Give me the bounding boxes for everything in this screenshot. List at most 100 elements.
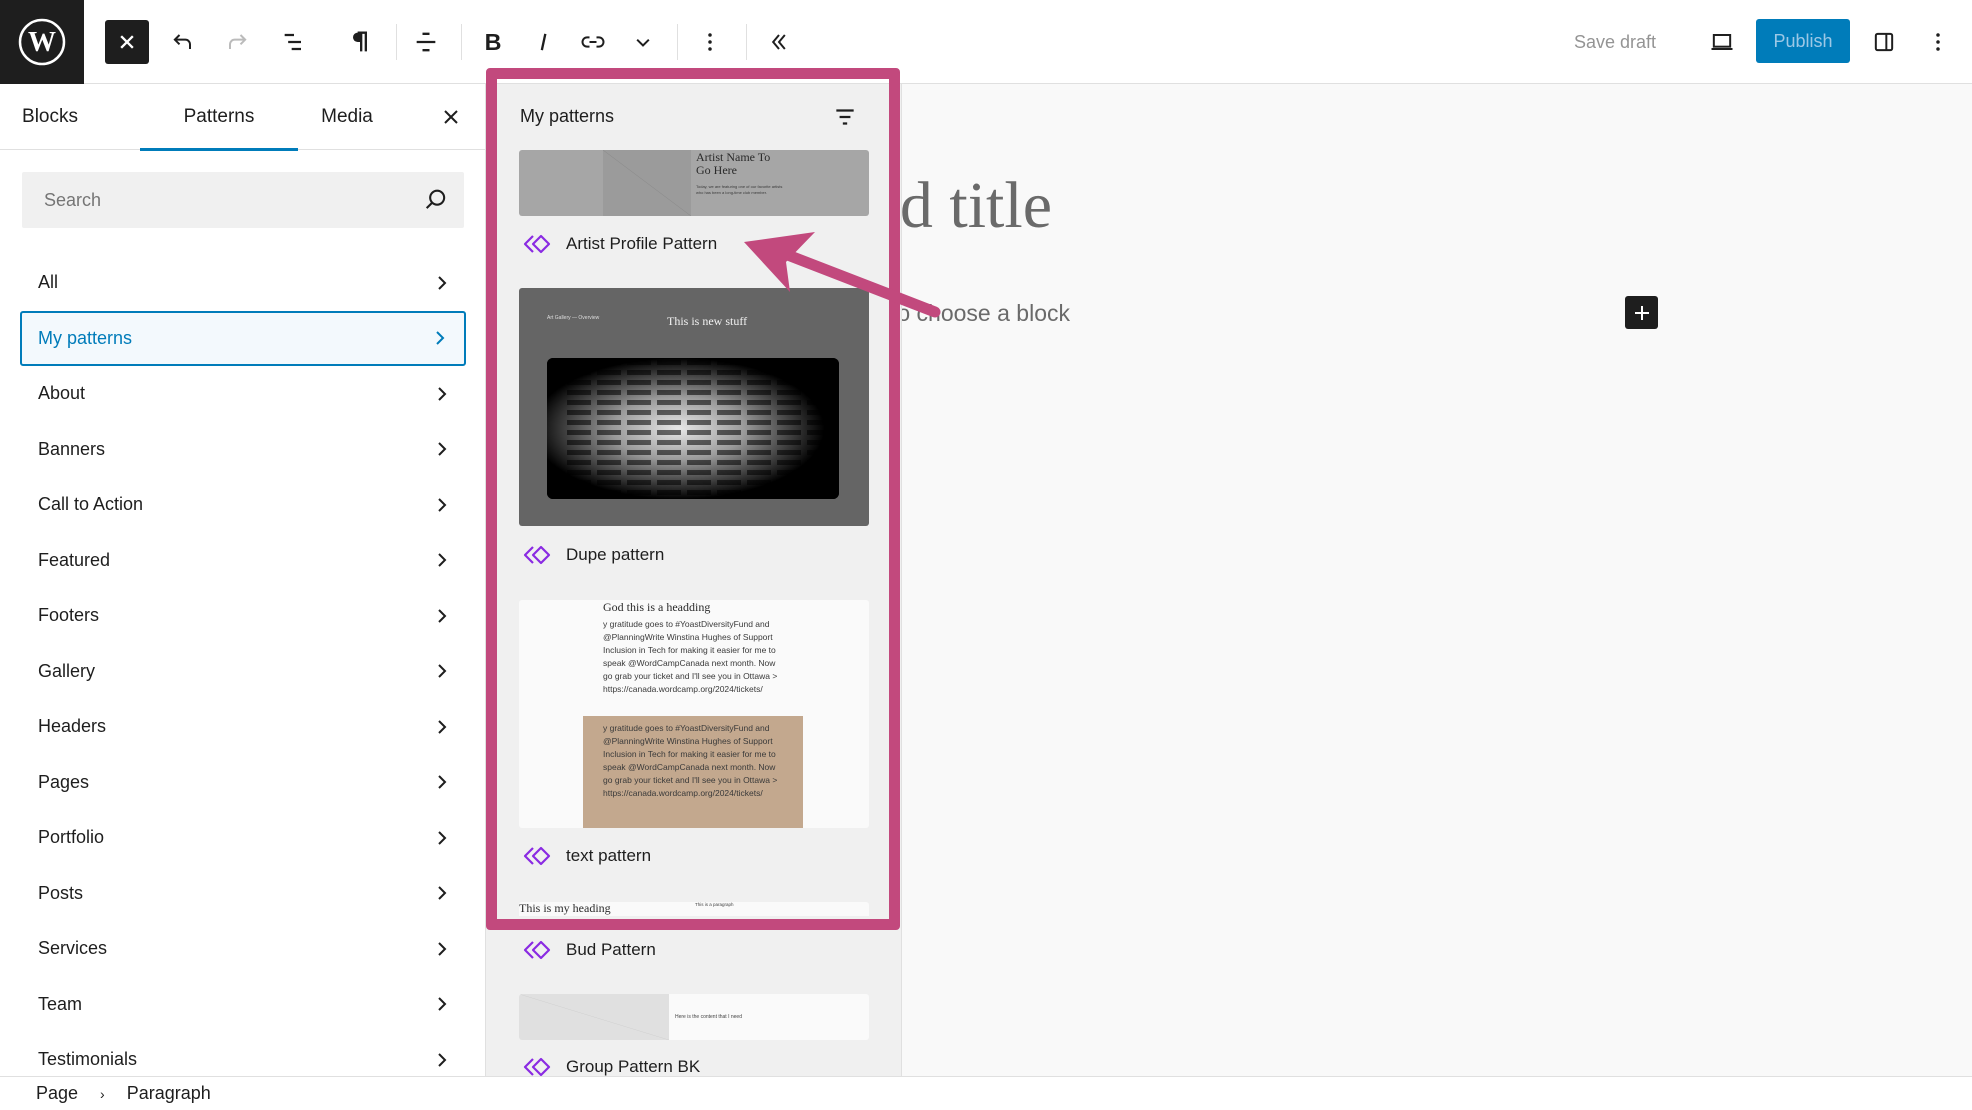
building-window [597, 490, 621, 495]
building-window [657, 390, 681, 395]
align-button[interactable] [404, 20, 448, 64]
pattern-preview-group[interactable]: Here is the content that I need [519, 994, 869, 1040]
preview-heading: God this is a headding [603, 600, 711, 614]
pattern-item[interactable]: Group Pattern BK [522, 1052, 700, 1076]
settings-button[interactable] [1862, 20, 1906, 64]
building-window [597, 480, 621, 485]
pattern-preview-dupe[interactable]: Art Gallery — Overview This is new stuff [519, 288, 869, 526]
pattern-item[interactable]: Dupe pattern [522, 540, 664, 570]
close-inserter-button[interactable] [105, 20, 149, 64]
breadcrumb-paragraph[interactable]: Paragraph [127, 1083, 211, 1104]
building-window [717, 450, 741, 455]
category-item[interactable]: Banners [20, 422, 466, 478]
preview-text: Today, we are featuring one of our favor… [696, 184, 783, 195]
building-window [687, 480, 711, 485]
category-item[interactable]: Team [20, 977, 466, 1033]
building-window [687, 460, 711, 465]
building-window [747, 490, 771, 495]
building-window [747, 460, 771, 465]
preview-heading: This is new stuff [667, 314, 748, 328]
chevron-right-icon [438, 942, 447, 956]
building-window [567, 440, 591, 445]
preview-button[interactable] [1700, 20, 1744, 64]
search-icon[interactable] [422, 186, 450, 214]
toolbar-divider [461, 24, 462, 60]
category-item[interactable]: Gallery [20, 644, 466, 700]
category-item[interactable]: Portfolio [20, 810, 466, 866]
building-window [657, 450, 681, 455]
building-window [657, 360, 681, 365]
italic-button[interactable] [521, 20, 565, 64]
pattern-preview-bud[interactable]: This is my heading This is a paragraph [519, 902, 869, 916]
patterns-flyout: My patterns Artist Name To Go Here Today… [486, 84, 902, 1076]
save-draft-button[interactable]: Save draft [1574, 24, 1656, 60]
block-options-button[interactable] [688, 20, 732, 64]
more-formatting-button[interactable] [621, 20, 665, 64]
category-item[interactable]: All [20, 255, 466, 311]
building-window [777, 370, 801, 375]
building-window [777, 450, 801, 455]
building-window [567, 390, 591, 395]
filter-icon[interactable] [832, 104, 858, 130]
building-window [657, 460, 681, 465]
category-item[interactable]: Call to Action [20, 477, 466, 533]
category-label: Footers [38, 605, 100, 626]
block-placeholder[interactable]: Type / to choose a block [902, 300, 1070, 327]
building-window [657, 470, 681, 475]
category-item[interactable]: My patterns [20, 310, 466, 366]
building-window [717, 360, 741, 365]
building-window [627, 460, 651, 465]
building-window [627, 400, 651, 405]
category-item[interactable]: Pages [20, 755, 466, 811]
tab-patterns[interactable]: Patterns [140, 84, 298, 151]
document-overview-button[interactable] [272, 20, 316, 64]
building-window [567, 400, 591, 405]
redo-button[interactable] [215, 20, 259, 64]
editor-canvas: Add title Type / to choose a block [902, 84, 1972, 1076]
undo-button[interactable] [161, 20, 205, 64]
preview-text: y gratitude goes to #YoastDiversityFund … [603, 619, 778, 694]
link-button[interactable] [571, 20, 615, 64]
building-window [597, 380, 621, 385]
category-item[interactable]: Footers [20, 588, 466, 644]
add-block-button[interactable] [1625, 296, 1658, 329]
category-item[interactable]: Services [20, 921, 466, 977]
post-title-placeholder[interactable]: Add title [902, 168, 1052, 244]
options-menu-button[interactable] [1916, 20, 1960, 64]
building-window [807, 440, 831, 445]
building-window [777, 400, 801, 405]
wordpress-logo-icon[interactable]: W [0, 0, 84, 84]
category-item[interactable]: Headers [20, 699, 466, 755]
category-label: Headers [38, 716, 107, 737]
building-window [657, 370, 681, 375]
category-item[interactable]: About [20, 366, 466, 422]
bold-button[interactable]: B [471, 20, 515, 64]
building-window [597, 370, 621, 375]
building-window [567, 460, 591, 465]
pattern-category-list: All My patterns About Banners Call to Action… [0, 255, 486, 1088]
tab-media[interactable]: Media [298, 84, 396, 150]
pattern-item[interactable]: text pattern [522, 841, 651, 871]
paragraph-block-button[interactable] [338, 20, 382, 64]
building-window [747, 480, 771, 485]
building-window [807, 490, 831, 495]
category-item[interactable]: Featured [20, 533, 466, 589]
category-item[interactable]: Posts [20, 866, 466, 922]
search-input[interactable] [22, 172, 464, 228]
redo-icon [229, 34, 247, 49]
building-window [567, 480, 591, 485]
building-window [687, 430, 711, 435]
image-placeholder [519, 994, 669, 1040]
building-window [687, 440, 711, 445]
close-inserter-panel-button[interactable] [438, 104, 464, 130]
pattern-item[interactable]: Bud Pattern [522, 935, 656, 965]
breadcrumb-page[interactable]: Page [36, 1083, 78, 1104]
tab-blocks[interactable]: Blocks [0, 84, 100, 150]
collapse-toolbar-button[interactable] [757, 20, 801, 64]
pattern-preview-text[interactable]: God this is a headding y gratitude goes … [519, 600, 869, 828]
pattern-item[interactable]: Artist Profile Pattern [522, 229, 717, 259]
pattern-preview-artist-profile[interactable]: Artist Name To Go Here Today, we are fea… [519, 150, 869, 216]
building-window [627, 410, 651, 415]
category-label: Pages [38, 771, 90, 792]
publish-button[interactable]: Publish [1756, 19, 1850, 63]
